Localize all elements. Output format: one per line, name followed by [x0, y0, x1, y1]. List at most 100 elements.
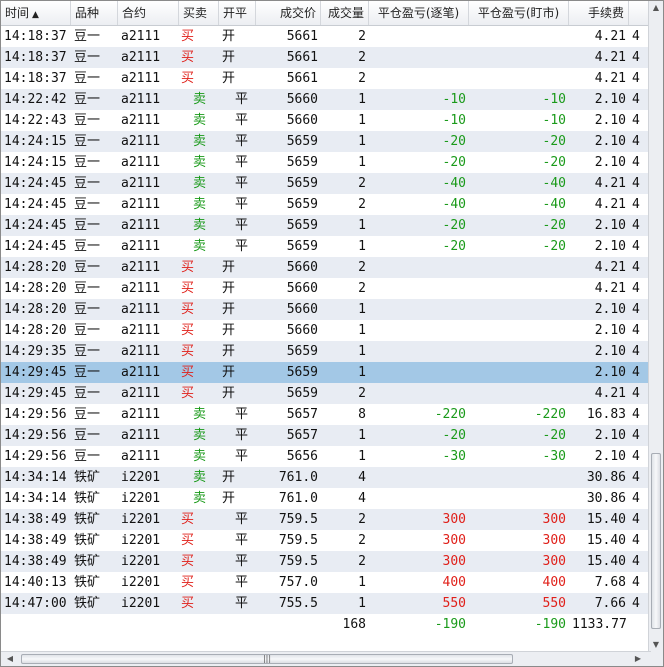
cell-contract: i2201	[121, 533, 161, 548]
cell-price: 5656	[286, 449, 318, 464]
column-header-fee[interactable]: 手续费	[569, 1, 629, 25]
cell-time: 14:24:15	[4, 134, 67, 149]
table-row[interactable]: 14:47:00 铁矿 i2201 买 平 755.5 1 550 550 7.66 4	[1, 593, 649, 614]
column-header-label: 时间	[5, 6, 30, 20]
table-row[interactable]: 14:34:14 铁矿 i2201 卖开 761.0 4 30.86 4	[1, 488, 649, 509]
column-header-label: 平仓盈亏(盯市)	[477, 6, 560, 20]
cell-pnl_mtm: -40	[542, 176, 566, 191]
cell-oc: 平	[235, 428, 249, 443]
cell-pnl_mtm: -220	[534, 407, 566, 422]
cell-contract: a2111	[121, 449, 161, 464]
vertical-scrollbar[interactable]: ▲ ▼	[648, 1, 663, 652]
column-header-pnl_mtm[interactable]: 平仓盈亏(盯市)	[469, 1, 569, 25]
cell-pnl_mtm: -20	[542, 155, 566, 170]
cell-price: 755.5	[278, 596, 318, 611]
cell-extra: 4	[632, 281, 640, 296]
cell-pnl_trade	[369, 320, 469, 341]
cell-fee: 4.21	[594, 386, 626, 401]
cell-pnl_trade: -40	[442, 197, 466, 212]
cell-fee: 2.10	[594, 302, 626, 317]
cell-pnl_mtm: -20	[542, 218, 566, 233]
cell-product: 豆一	[74, 176, 101, 191]
cell-price: 759.5	[278, 512, 318, 527]
cell-contract: a2111	[121, 50, 161, 65]
cell-extra: 4	[632, 533, 640, 548]
cell-pnl_trade: -40	[442, 176, 466, 191]
column-header-side[interactable]: 买卖	[179, 1, 219, 25]
cell-pnl_trade	[369, 383, 469, 404]
cell-fee: 4.21	[594, 260, 626, 275]
table-row[interactable]: 14:24:15 豆一 a2111 卖 平 5659 1 -20 -20 2.10 4	[1, 131, 649, 152]
cell-fee: 2.10	[594, 113, 626, 128]
cell-time: 14:34:14	[4, 470, 67, 485]
cell-oc: 平	[235, 449, 249, 464]
cell-side: 卖	[193, 491, 207, 506]
table-row[interactable]: 14:29:45 豆一 a2111 买 开 5659 2 4.21 4	[1, 383, 649, 404]
cell-fee: 4.21	[594, 50, 626, 65]
table-row[interactable]: 14:24:45 豆一 a2111 卖 平 5659 2 -40 -40 4.21 4	[1, 194, 649, 215]
horizontal-scrollbar[interactable]: ◀ ||| ▶	[1, 651, 651, 666]
cell-time: 14:24:15	[4, 155, 67, 170]
table-row[interactable]: 14:24:45 豆一 a2111 卖 平 5659 2 -40 -40 4.21 4	[1, 173, 649, 194]
table-row[interactable]: 14:29:56 豆一 a2111 卖 平 5657 8 -220 -220 16.83 4	[1, 404, 649, 425]
scroll-up-icon[interactable]: ▲	[649, 1, 663, 15]
cell-extra: 4	[632, 491, 640, 506]
cell-extra: 4	[632, 50, 640, 65]
table-row[interactable]: 14:38:49 铁矿 i2201 买 平 759.5 2 300 300 15.40 4	[1, 530, 649, 551]
table-row[interactable]: 14:29:56 豆一 a2111 卖 平 5657 1 -20 -20 2.10 4	[1, 425, 649, 446]
table-row[interactable]: 14:29:45 豆一 a2111 买 开 5659 1 2.10 4	[1, 362, 649, 383]
table-row[interactable]: 14:40:13 铁矿 i2201 买 平 757.0 1 400 400 7.68 4	[1, 572, 649, 593]
column-header-product[interactable]: 品种	[71, 1, 118, 25]
column-header-oc[interactable]: 开平	[219, 1, 256, 25]
column-header-time[interactable]: 时间 ▲	[1, 1, 71, 25]
cell-pnl_trade: 550	[442, 596, 466, 611]
vertical-scroll-thumb[interactable]	[651, 453, 661, 629]
cell-price: 5660	[286, 92, 318, 107]
cell-price: 5660	[286, 302, 318, 317]
table-row[interactable]: 14:34:14 铁矿 i2201 卖开 761.0 4 30.86 4	[1, 467, 649, 488]
column-header-pnl_trade[interactable]: 平仓盈亏(逐笔)	[369, 1, 469, 25]
cell-pnl_trade: -20	[442, 428, 466, 443]
cell-pnl_trade	[369, 257, 469, 278]
table-row[interactable]: 14:38:49 铁矿 i2201 买 平 759.5 2 300 300 15.40 4	[1, 509, 649, 530]
cell-qty: 1	[358, 218, 366, 233]
table-row[interactable]: 14:24:45 豆一 a2111 卖 平 5659 1 -20 -20 2.10 4	[1, 236, 649, 257]
table-row[interactable]: 14:38:49 铁矿 i2201 买 平 759.5 2 300 300 15.40 4	[1, 551, 649, 572]
table-row[interactable]: 14:24:15 豆一 a2111 卖 平 5659 1 -20 -20 2.10 4	[1, 152, 649, 173]
cell-fee: 4.21	[594, 197, 626, 212]
table-row[interactable]: 14:22:43 豆一 a2111 卖 平 5660 1 -10 -10 2.10 4	[1, 110, 649, 131]
column-header-price[interactable]: 成交价	[256, 1, 321, 25]
cell-oc: 开	[222, 365, 236, 380]
cell-qty: 2	[358, 281, 366, 296]
cell-pnl_mtm	[469, 299, 569, 320]
table-row[interactable]: 14:24:45 豆一 a2111 卖 平 5659 1 -20 -20 2.10 4	[1, 215, 649, 236]
table-row[interactable]: 14:28:20 豆一 a2111 买 开 5660 2 4.21 4	[1, 278, 649, 299]
table-row[interactable]: 14:28:20 豆一 a2111 买 开 5660 1 2.10 4	[1, 299, 649, 320]
table-row[interactable]: 14:28:20 豆一 a2111 买 开 5660 1 2.10 4	[1, 320, 649, 341]
cell-price: 5659	[286, 197, 318, 212]
cell-oc: 开	[222, 302, 236, 317]
table-row[interactable]: 14:18:37 豆一 a2111 买 开 5661 2 4.21 4	[1, 26, 649, 47]
trade-records-grid: 时间 ▲ 品种 合约 买卖 开平 成交价 成交量 平仓盈亏(逐笔) 平仓盈亏(盯市) 手续费 14:…	[0, 0, 664, 667]
table-row[interactable]: 14:22:42 豆一 a2111 卖 平 5660 1 -10 -10 2.10 4	[1, 89, 649, 110]
cell-side: 买	[181, 50, 195, 65]
scroll-right-icon[interactable]: ▶	[631, 652, 645, 666]
table-row[interactable]: 14:18:37 豆一 a2111 买 开 5661 2 4.21 4	[1, 47, 649, 68]
table-row[interactable]: 14:28:20 豆一 a2111 买 开 5660 2 4.21 4	[1, 257, 649, 278]
cell-contract: i2201	[121, 575, 161, 590]
total-qty: 168	[342, 617, 366, 632]
cell-pnl_mtm: -20	[542, 239, 566, 254]
cell-side: 卖	[193, 239, 207, 254]
table-row[interactable]: 14:29:56 豆一 a2111 卖 平 5656 1 -30 -30 2.10 4	[1, 446, 649, 467]
cell-price: 757.0	[278, 575, 318, 590]
table-row[interactable]: 14:29:35 豆一 a2111 买 开 5659 1 2.10 4	[1, 341, 649, 362]
scroll-left-icon[interactable]: ◀	[3, 652, 17, 666]
cell-extra: 4	[632, 365, 640, 380]
column-header-qty[interactable]: 成交量	[321, 1, 369, 25]
column-header-contract[interactable]: 合约	[118, 1, 179, 25]
scroll-down-icon[interactable]: ▼	[649, 638, 663, 652]
table-row[interactable]: 14:18:37 豆一 a2111 买 开 5661 2 4.21 4	[1, 68, 649, 89]
horizontal-scroll-thumb[interactable]: |||	[21, 654, 513, 664]
cell-qty: 1	[358, 428, 366, 443]
cell-pnl_trade	[369, 68, 469, 89]
